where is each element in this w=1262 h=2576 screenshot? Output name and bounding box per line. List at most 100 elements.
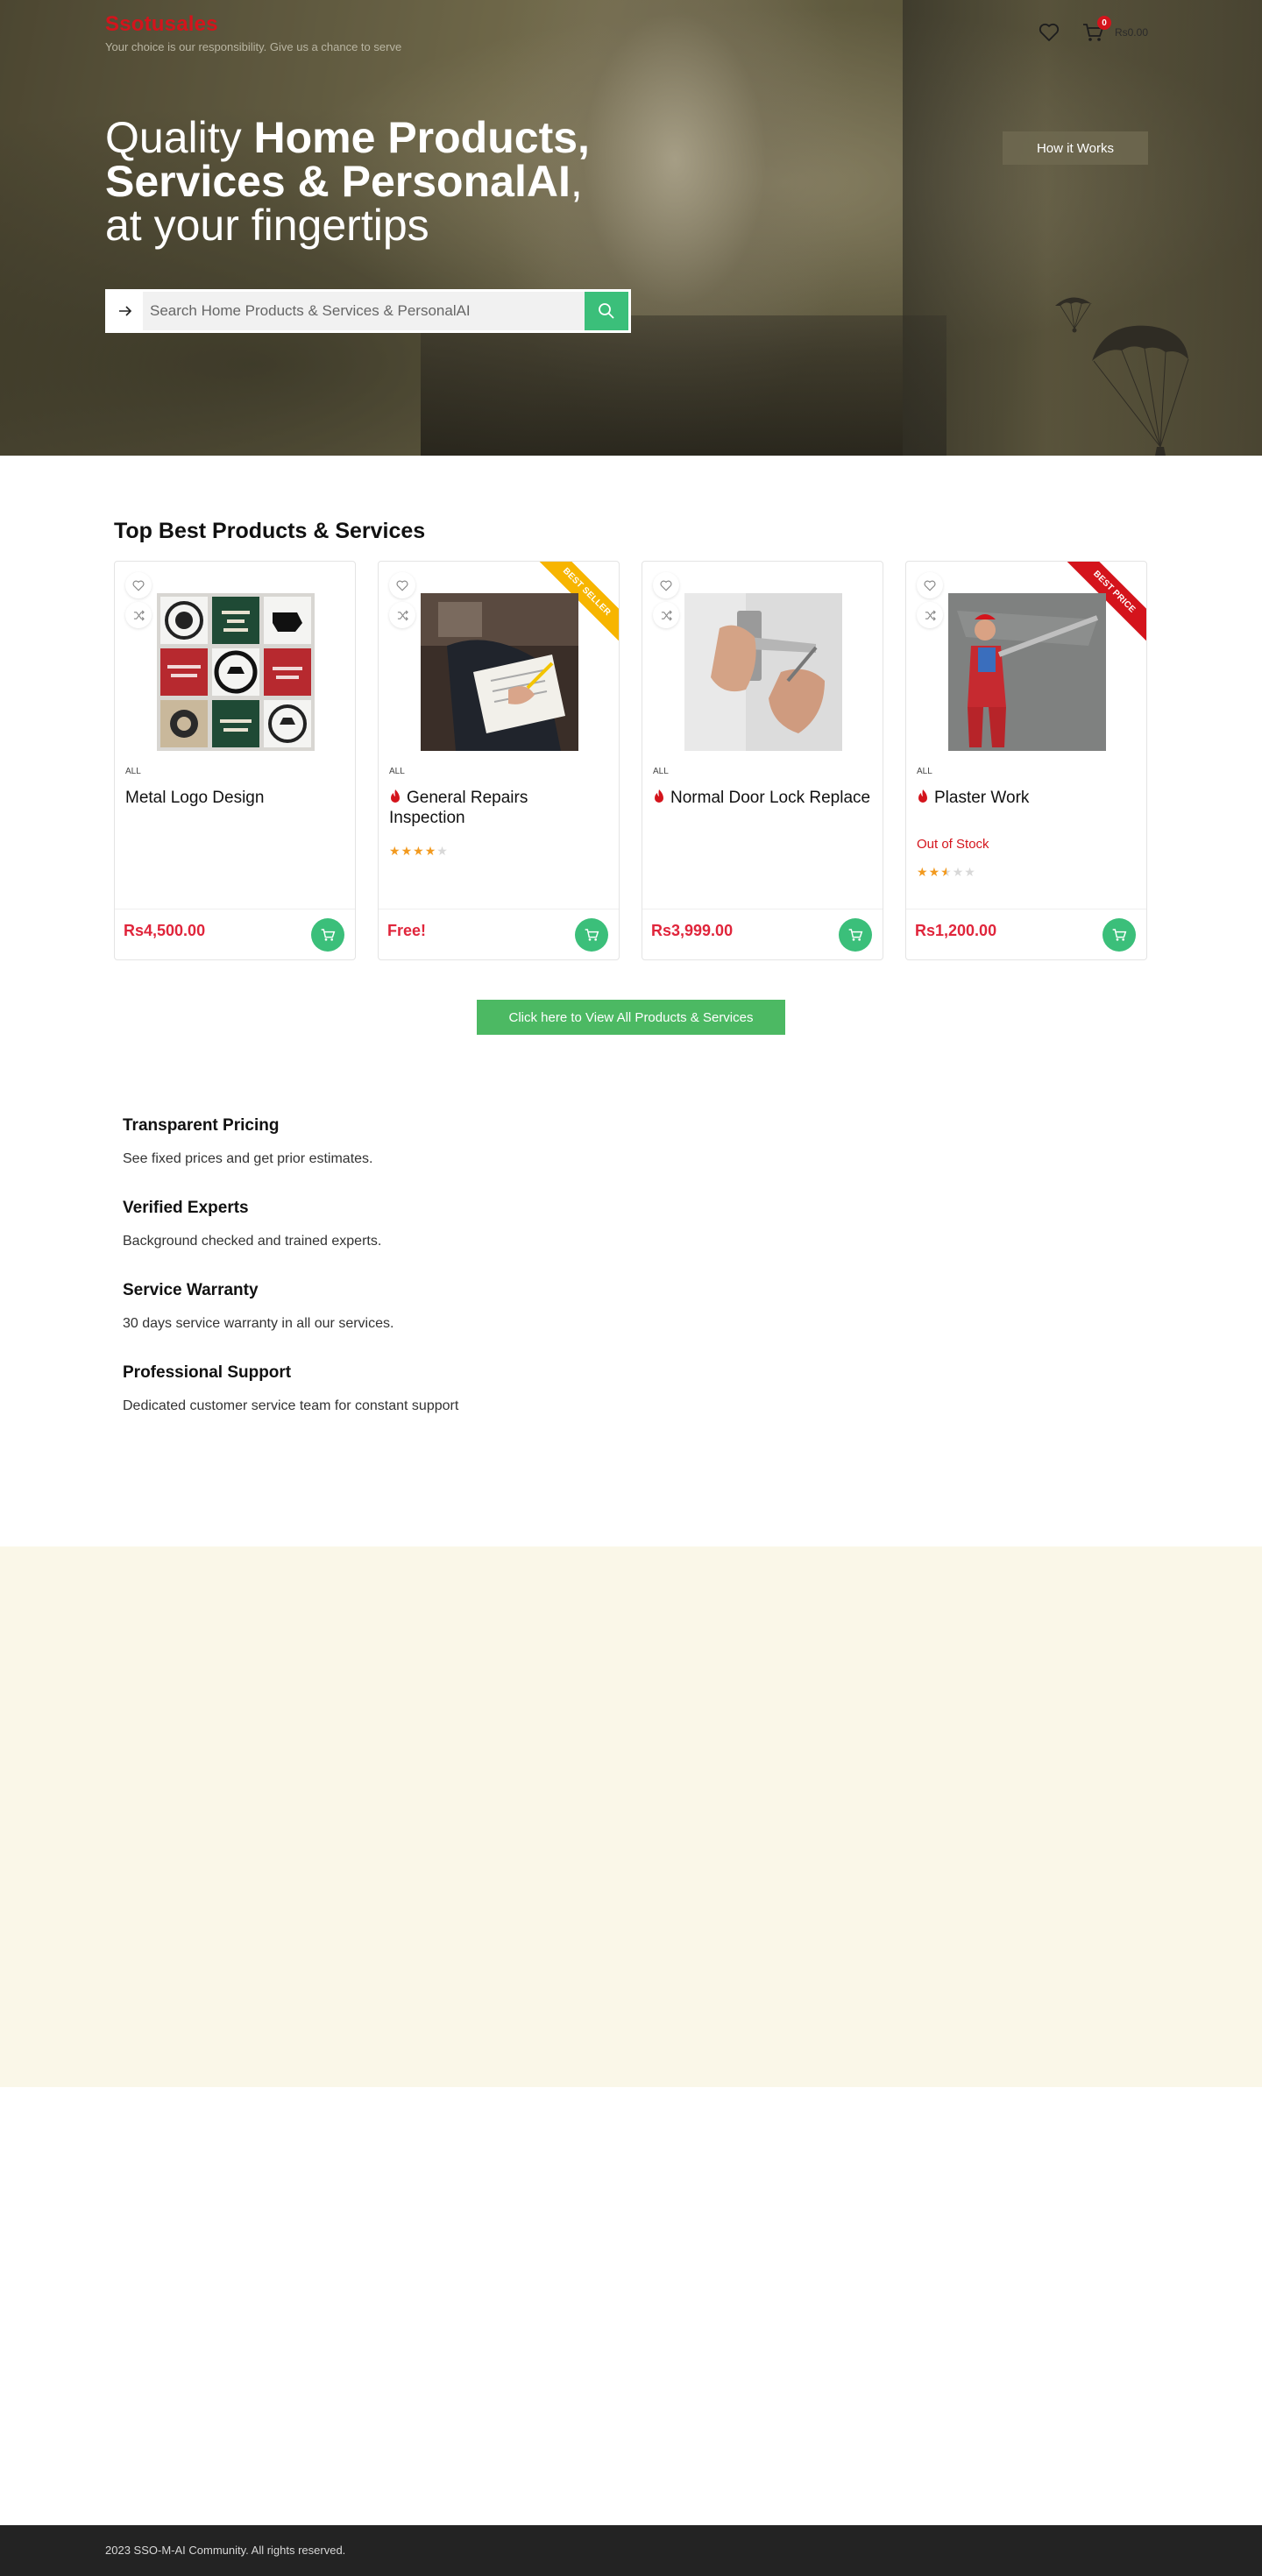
search-arrow (108, 292, 143, 330)
heart-icon (924, 580, 936, 591)
product-card[interactable]: ALL Normal Door Lock Replace Rs3,999.00 (642, 561, 883, 960)
products-section-title: Top Best Products & Services (114, 519, 426, 543)
feature-description: Dedicated customer service team for cons… (123, 1398, 459, 1413)
star-icon: ★ (401, 844, 414, 858)
feature-item: Transparent Pricing See fixed prices and… (123, 1116, 911, 1167)
star-icon: ★ (928, 865, 941, 879)
product-category[interactable]: ALL (389, 767, 405, 776)
feature-title: Transparent Pricing (123, 1116, 280, 1135)
star-icon: ★ (964, 865, 976, 879)
product-name-text[interactable]: General Repairs Inspection (389, 789, 528, 827)
compare-button[interactable] (125, 602, 152, 628)
search-bar (105, 289, 631, 333)
product-category[interactable]: ALL (125, 767, 141, 776)
product-category[interactable]: ALL (917, 767, 932, 776)
copyright-text: 2023 SSO-M-AI Community. All rights rese… (105, 2544, 346, 2557)
star-rating: ★★★★★ (917, 865, 976, 880)
hero-banner: Ssotusales Your choice is our responsibi… (0, 0, 1262, 456)
site-footer: 2023 SSO-M-AI Community. All rights rese… (0, 2525, 1262, 2576)
site-header: Ssotusales Your choice is our responsibi… (0, 0, 1262, 61)
search-icon (599, 303, 614, 319)
add-to-cart-icon (321, 929, 336, 941)
product-image-door-lock[interactable] (684, 593, 842, 751)
heart-icon (132, 580, 145, 591)
add-to-cart-icon (585, 929, 599, 941)
add-to-cart-button[interactable] (575, 918, 608, 952)
card-tools (389, 572, 415, 628)
add-to-wishlist-button[interactable] (653, 572, 679, 598)
brand-tagline: Your choice is our responsibility. Give … (105, 40, 402, 53)
product-name-text[interactable]: Normal Door Lock Replace (670, 789, 870, 807)
features-list: Transparent Pricing See fixed prices and… (123, 1116, 911, 1446)
compare-icon (133, 610, 145, 620)
star-icon: ★ (413, 844, 425, 858)
feature-item: Verified Experts Background checked and … (123, 1199, 911, 1249)
view-all-products-button[interactable]: Click here to View All Products & Servic… (477, 1000, 785, 1035)
product-price: Rs1,200.00 (915, 922, 997, 939)
product-image-metal-logo[interactable] (157, 593, 315, 751)
product-card[interactable]: BEST SELLER ALL General Repairs Inspecti… (378, 561, 620, 960)
star-icon: ★ (952, 865, 965, 879)
product-name-text[interactable]: Metal Logo Design (125, 789, 264, 807)
add-to-cart-icon (848, 929, 863, 941)
arrow-right-icon (119, 306, 132, 316)
product-grid: ALL Metal Logo Design Rs4,500.00 BEST SE… (114, 561, 1147, 960)
brand-name[interactable]: Ssotusales (105, 12, 401, 37)
cart-button[interactable]: 0 (1081, 16, 1111, 44)
feature-item: Service Warranty 30 days service warrant… (123, 1281, 911, 1332)
compare-button[interactable] (917, 602, 943, 628)
compare-icon (925, 610, 936, 620)
compare-icon (397, 610, 408, 620)
add-to-cart-button[interactable] (1102, 918, 1136, 952)
star-icon: ★ (436, 844, 449, 858)
hero-background-bench (421, 315, 946, 456)
add-to-cart-button[interactable] (839, 918, 872, 952)
product-card[interactable]: ALL Metal Logo Design Rs4,500.00 (114, 561, 356, 960)
product-price: Free! (387, 922, 427, 939)
product-name[interactable]: Normal Door Lock Replace (653, 788, 872, 808)
flame-icon (391, 789, 400, 803)
add-to-cart-icon (1112, 929, 1127, 941)
cart-total[interactable]: Rs0.00 (1115, 26, 1148, 39)
compare-icon (661, 610, 672, 620)
product-name[interactable]: Metal Logo Design (125, 788, 344, 808)
compare-button[interactable] (653, 602, 679, 628)
product-price: Rs3,999.00 (651, 922, 734, 939)
compare-button[interactable] (389, 602, 415, 628)
how-it-works-button[interactable]: How it Works (1003, 131, 1148, 165)
feature-description: See fixed prices and get prior estimates… (123, 1151, 373, 1166)
add-to-wishlist-button[interactable] (125, 572, 152, 598)
product-name[interactable]: General Repairs Inspection (389, 788, 608, 828)
feature-description: Background checked and trained experts. (123, 1234, 382, 1249)
product-name-text[interactable]: Plaster Work (934, 789, 1029, 807)
search-input[interactable] (143, 292, 585, 330)
wishlist-button[interactable] (1038, 21, 1060, 44)
product-name[interactable]: Plaster Work (917, 788, 1136, 808)
brand[interactable]: Ssotusales Your choice is our responsibi… (105, 12, 401, 53)
card-footer: Rs1,200.00 (906, 909, 1146, 959)
card-footer: Rs4,500.00 (115, 909, 355, 959)
feature-title: Service Warranty (123, 1281, 259, 1299)
cream-band-section (0, 1546, 1262, 2087)
card-footer: Rs3,999.00 (642, 909, 883, 959)
feature-title: Verified Experts (123, 1199, 249, 1217)
heart-icon (660, 580, 672, 591)
add-to-wishlist-button[interactable] (389, 572, 415, 598)
product-price: Rs4,500.00 (124, 922, 206, 939)
card-tools (917, 572, 943, 628)
feature-description: 30 days service warranty in all our serv… (123, 1316, 394, 1331)
product-card[interactable]: BEST PRICE ALL Plaster Work Out of Stock… (905, 561, 1147, 960)
flame-icon (918, 789, 927, 803)
heart-icon (396, 580, 408, 591)
card-tools (125, 572, 152, 628)
product-image-plaster-work[interactable] (948, 593, 1106, 751)
star-icon: ★ (917, 865, 929, 879)
add-to-cart-button[interactable] (311, 918, 344, 952)
search-button[interactable] (585, 292, 628, 330)
cart-count-badge: 0 (1096, 16, 1111, 30)
product-image-repairs-inspection[interactable] (421, 593, 578, 751)
add-to-wishlist-button[interactable] (917, 572, 943, 598)
card-tools (653, 572, 679, 628)
product-category[interactable]: ALL (653, 767, 669, 776)
header-actions: 0 Rs0.00 (1038, 16, 1148, 44)
